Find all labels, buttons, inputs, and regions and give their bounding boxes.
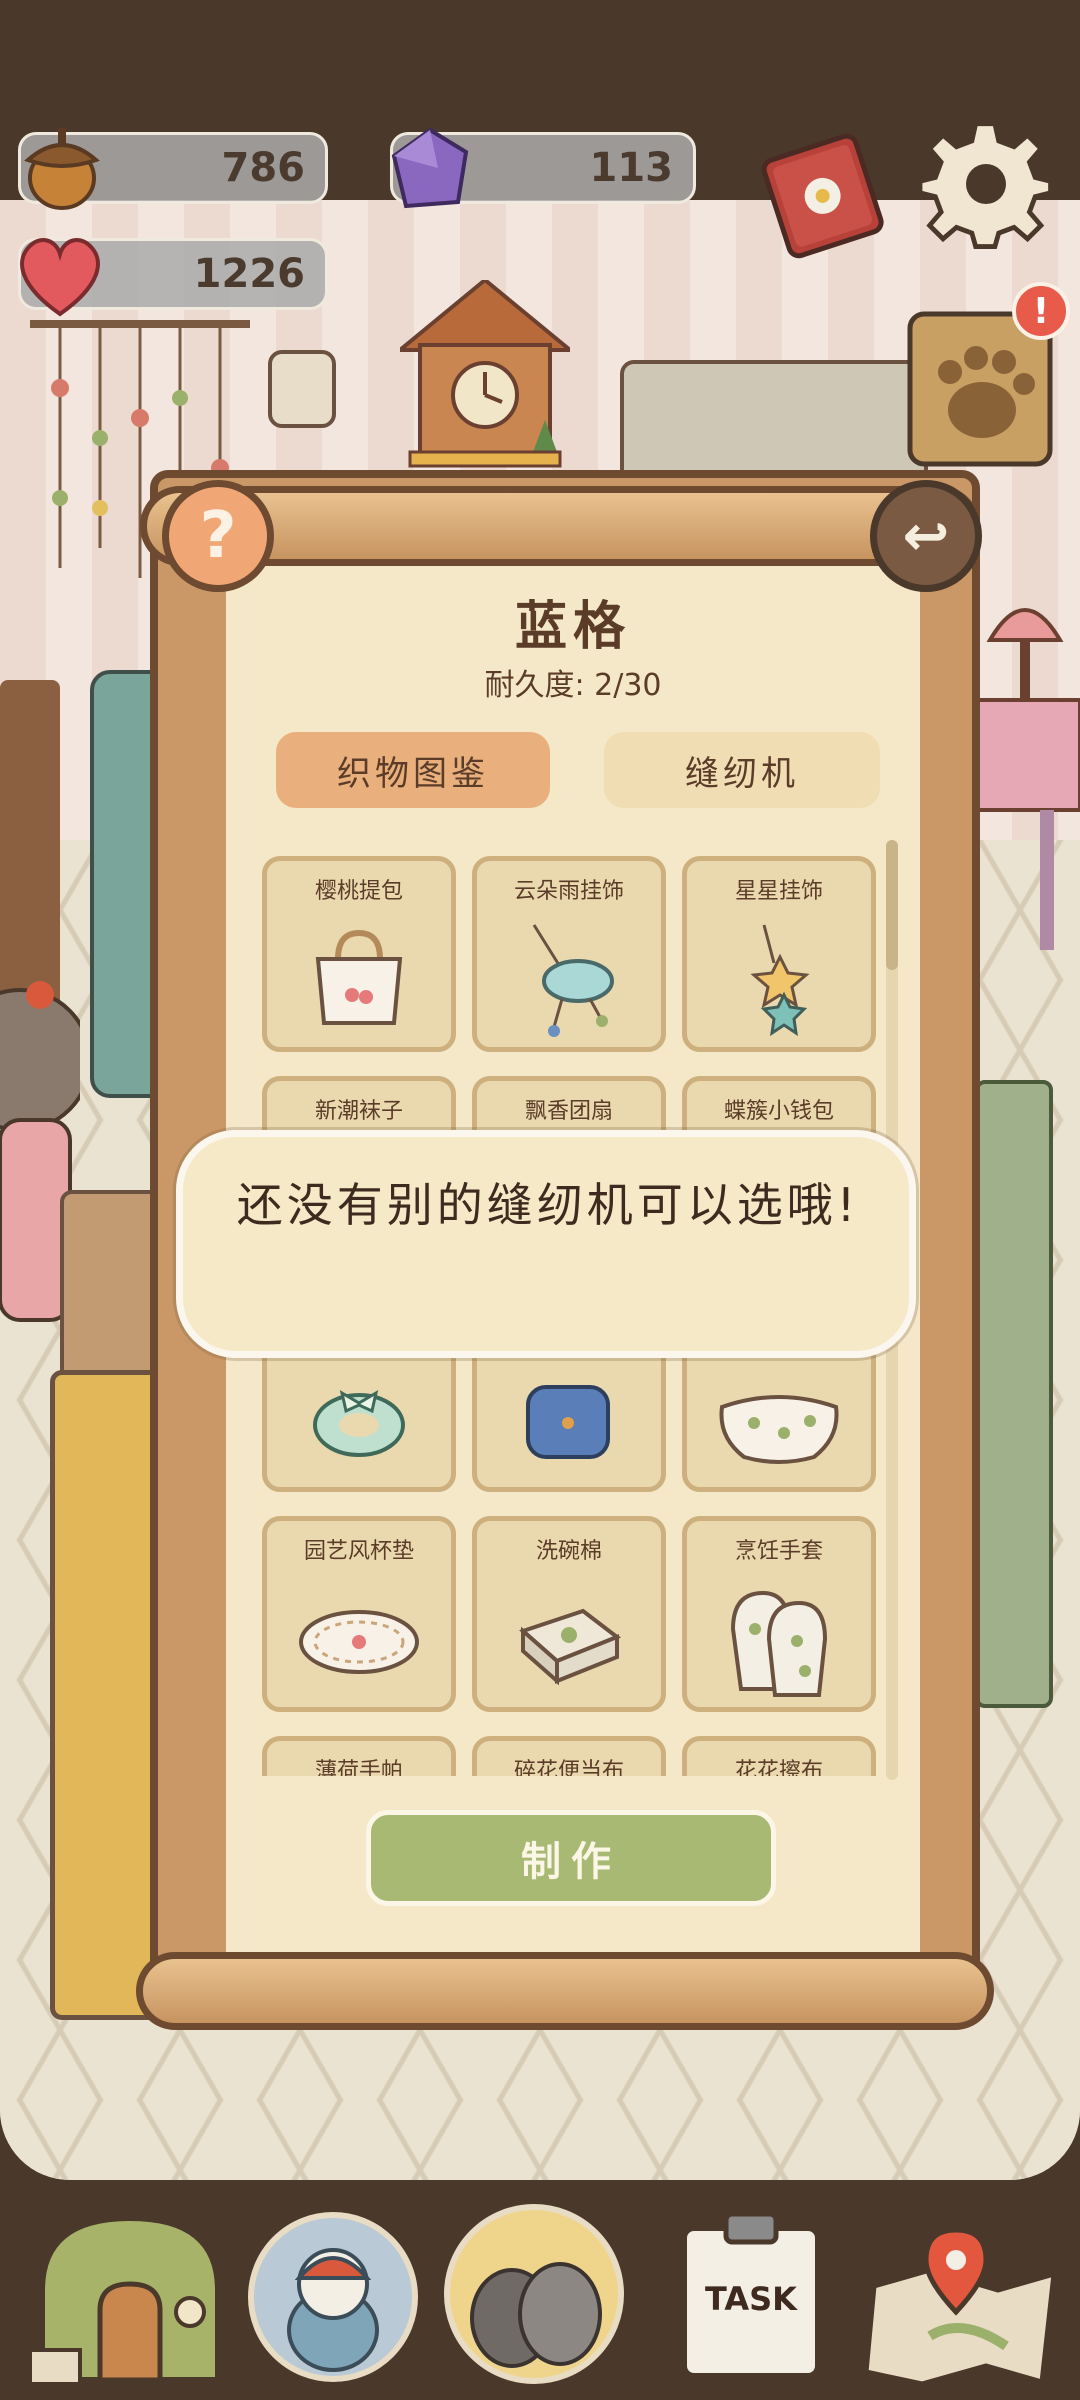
panel-title: 蓝格 <box>514 597 631 657</box>
task-label: TASK <box>705 2280 797 2318</box>
picture-frame-decor <box>268 350 336 428</box>
heart-icon <box>10 228 110 320</box>
heart-count: 1226 <box>193 251 305 297</box>
item-label: 飘香团扇 <box>524 1099 613 1124</box>
make-button-label: 制作 <box>521 1839 621 1885</box>
notification-badge: ! <box>1012 282 1070 340</box>
help-button[interactable]: ? <box>162 480 274 592</box>
tab-fabric-catalog[interactable]: 织物图鉴 <box>276 732 550 808</box>
tab-fabric-catalog-label: 织物图鉴 <box>337 753 489 794</box>
cloud-charm-icon <box>532 924 614 1037</box>
item-label: 薄荷手帕 <box>314 1759 403 1776</box>
back-button[interactable]: ↩ <box>870 480 982 592</box>
star-charm-icon <box>750 924 810 1037</box>
recipe-book-button[interactable] <box>752 124 892 264</box>
item-label: 樱桃提包 <box>314 879 403 904</box>
pigeons-icon[interactable] <box>444 2204 624 2384</box>
item-label: 园艺风杯垫 <box>303 1539 414 1564</box>
acorn-icon <box>14 118 110 214</box>
sponge-icon <box>519 1608 622 1686</box>
item-card[interactable]: 樱桃提包 <box>262 856 456 1052</box>
item-label: 新潮袜子 <box>314 1099 403 1124</box>
acorn-count: 786 <box>221 145 306 191</box>
house-icon[interactable] <box>28 2200 230 2390</box>
make-button[interactable]: 制作 <box>366 1810 776 1906</box>
map-icon[interactable] <box>863 2226 1062 2390</box>
item-card[interactable]: 园艺风杯垫 <box>262 1516 456 1712</box>
item-card[interactable]: 星星挂饰 <box>682 856 876 1052</box>
help-icon: ? <box>199 499 237 573</box>
coaster-icon <box>299 1610 419 1674</box>
item-card[interactable]: 薄荷手帕 <box>262 1736 456 1776</box>
scroll-rod-bottom <box>136 1952 994 2030</box>
character-icon[interactable] <box>248 2212 418 2382</box>
notification-badge-text: ! <box>1032 290 1050 332</box>
settings-gear-icon[interactable] <box>917 120 1056 256</box>
pouch-icon <box>719 1395 839 1464</box>
toast-text: 还没有别的缝纫机可以选哦! <box>236 1178 860 1232</box>
item-label: 洗碗棉 <box>535 1539 602 1564</box>
item-label: 云朵雨挂饰 <box>513 879 624 904</box>
pillow-icon <box>526 1385 610 1459</box>
durability-text: 耐久度: 2/30 <box>484 668 662 703</box>
item-card[interactable]: 花花擦布 <box>682 1736 876 1776</box>
scrunchie-icon <box>313 1389 405 1457</box>
cuckoo-clock-decor <box>394 277 576 480</box>
item-card[interactable]: 云朵雨挂饰 <box>472 856 666 1052</box>
gem-count: 113 <box>589 145 674 191</box>
item-card[interactable]: 烹饪手套 <box>682 1516 876 1712</box>
task-clipboard-icon[interactable]: TASK <box>676 2206 826 2382</box>
tab-sewing-machine-label: 缝纫机 <box>685 753 799 794</box>
item-label: 花花擦布 <box>734 1759 823 1776</box>
gem-icon <box>382 122 478 218</box>
item-label: 烹饪手套 <box>734 1539 823 1564</box>
toast-message: 还没有别的缝纫机可以选哦! <box>176 1130 916 1358</box>
lamp-table-decor <box>970 580 1080 960</box>
item-card[interactable]: 洗碗棉 <box>472 1516 666 1712</box>
item-label: 碎花便当布 <box>513 1759 624 1776</box>
tab-sewing-machine[interactable]: 缝纫机 <box>604 732 880 808</box>
back-arrow-icon: ↩ <box>902 503 950 569</box>
bookshelf-right-decor <box>975 1080 1053 1708</box>
item-list-scroll-thumb[interactable] <box>886 840 898 970</box>
item-card[interactable]: 碎花便当布 <box>472 1736 666 1776</box>
item-label: 蝶簇小钱包 <box>723 1099 834 1124</box>
item-label: 星星挂饰 <box>734 879 823 904</box>
tote-bag-icon <box>315 929 403 1025</box>
oven-mitt-icon <box>730 1590 828 1697</box>
